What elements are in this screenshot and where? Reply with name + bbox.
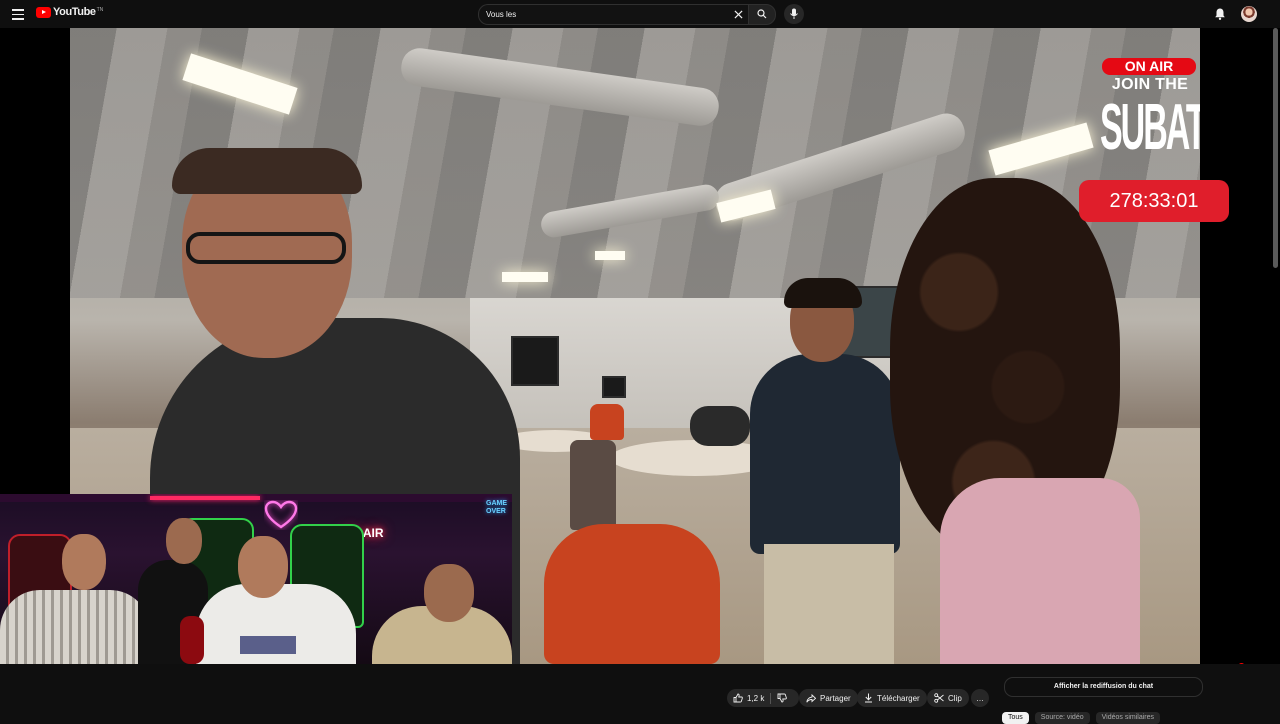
subathon-timer: 278:33:01 <box>1079 180 1229 222</box>
join-the-text: JOIN THE <box>1111 76 1189 93</box>
more-actions-button[interactable]: … <box>971 689 989 707</box>
neon-heart-icon <box>264 500 298 529</box>
bell-icon[interactable] <box>1213 7 1227 21</box>
search-button[interactable] <box>748 4 776 25</box>
menu-icon[interactable] <box>10 6 26 22</box>
show-chat-replay-button[interactable]: Afficher la rediffusion du chat <box>1004 677 1203 697</box>
like-count[interactable]: 1,2 k <box>747 694 764 703</box>
more-icon: … <box>976 693 984 703</box>
mic-icon <box>790 8 798 19</box>
chip-all[interactable]: Tous <box>1002 712 1029 724</box>
thumbs-down-icon[interactable] <box>777 693 788 703</box>
scene-monitor <box>602 376 626 398</box>
subathon-overlay: ON AIR JOIN THE SUBATHON <box>1090 54 1210 184</box>
clip-button[interactable]: Clip <box>927 689 969 707</box>
video-player[interactable]: ON AIR JOIN THE SUBATHON 278:33:01 ON AI… <box>0 28 1280 664</box>
scene-chair <box>590 404 624 440</box>
scene-chair-foreground <box>544 524 720 664</box>
logo-country-code: TN <box>96 7 104 13</box>
game-over-line: OVER <box>486 508 506 515</box>
scene-person-right <box>880 178 1200 664</box>
search-box <box>478 4 749 25</box>
scene-monitor <box>511 336 559 386</box>
masthead: YouTube TN <box>0 0 1280 28</box>
youtube-logo[interactable]: YouTube TN <box>36 7 103 18</box>
search-icon <box>757 9 767 19</box>
scene-chair <box>570 440 616 530</box>
game-over-line: GAME <box>486 500 507 507</box>
download-icon <box>865 693 872 703</box>
chip-source[interactable]: Source: vidéo <box>1034 712 1090 724</box>
scene-bag <box>690 406 750 446</box>
clip-label: Clip <box>948 693 962 703</box>
youtube-logo-icon <box>36 7 51 18</box>
search-input[interactable] <box>486 5 726 24</box>
thumbs-up-icon[interactable] <box>733 693 743 703</box>
voice-search-button[interactable] <box>784 4 804 24</box>
microphone <box>180 616 204 664</box>
streamer-webcam: ON AIR GAME OVER <box>0 494 512 664</box>
like-dislike-group: 1,2 k <box>727 689 799 707</box>
download-button[interactable]: Télécharger <box>857 689 927 707</box>
logo-text: YouTube <box>53 6 96 18</box>
download-label: Télécharger <box>877 693 920 703</box>
scene-light <box>595 251 625 260</box>
streamer-1 <box>0 590 150 664</box>
related-filter-chips: Tous Source: vidéo Vidéos similaires <box>1002 712 1160 724</box>
clear-icon[interactable] <box>734 10 743 19</box>
avatar[interactable] <box>1241 6 1257 22</box>
page-scrollbar[interactable] <box>1273 28 1278 268</box>
share-label: Partager <box>820 693 851 703</box>
game-over-sign: GAME OVER <box>486 500 507 516</box>
share-button[interactable]: Partager <box>799 689 858 707</box>
chip-related[interactable]: Vidéos similaires <box>1095 712 1160 724</box>
scissors-icon <box>934 693 944 703</box>
share-icon <box>806 693 816 703</box>
on-air-badge: ON AIR <box>1102 58 1196 75</box>
